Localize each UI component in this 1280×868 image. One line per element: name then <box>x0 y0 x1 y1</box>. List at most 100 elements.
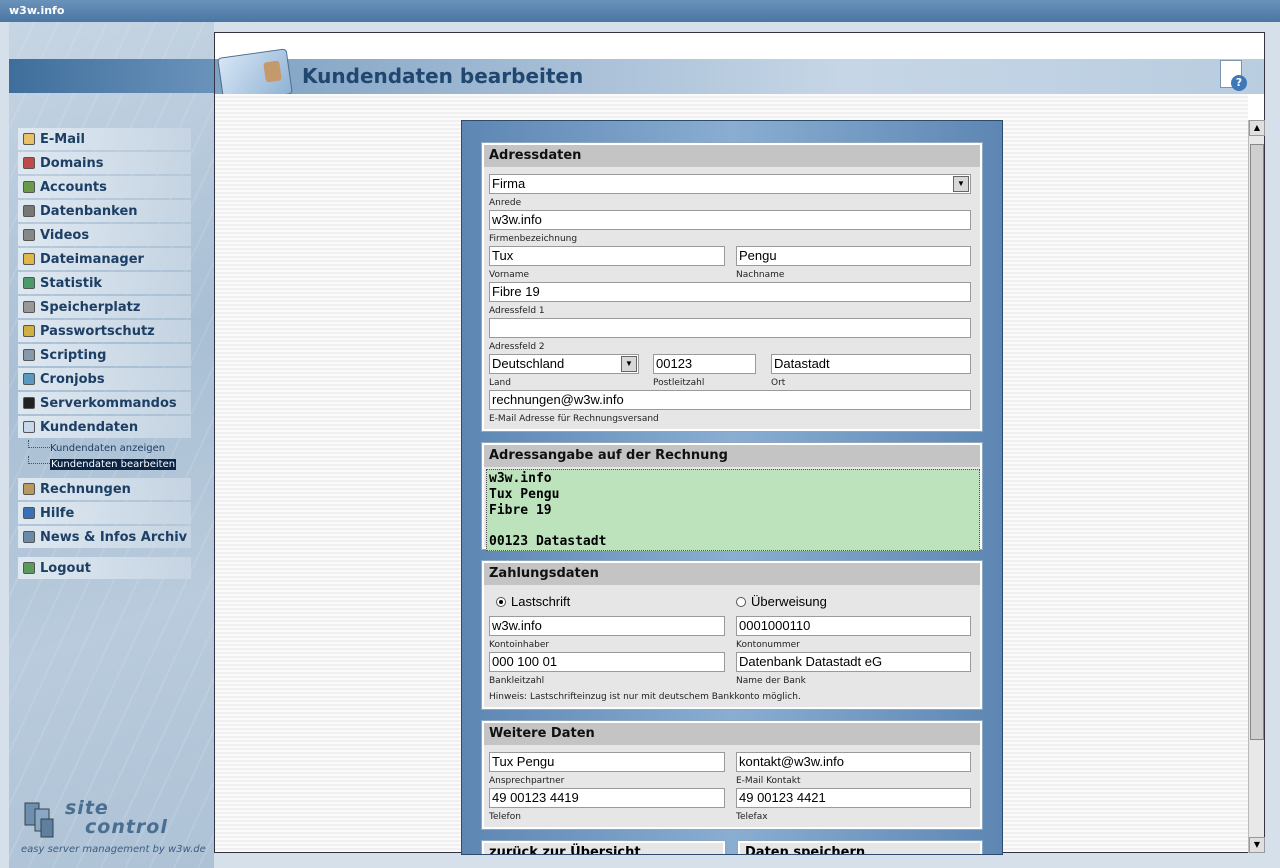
sidebar-item-logout[interactable]: Logout <box>18 557 191 579</box>
nachname-input[interactable]: Pengu <box>736 246 971 266</box>
radio-ueberweisung[interactable]: Überweisung <box>736 594 827 609</box>
page-header: Kundendaten bearbeiten ? <box>215 48 1264 104</box>
radio-button-icon[interactable] <box>496 596 506 607</box>
chevron-down-icon[interactable]: ▼ <box>953 176 969 192</box>
select-value: Deutschland <box>492 356 565 371</box>
sidebar-item-speicherplatz[interactable]: Speicherplatz <box>18 296 191 318</box>
telefax-input[interactable]: 49 00123 4421 <box>736 788 971 808</box>
sidebar-item-label: Cronjobs <box>40 371 105 387</box>
rechnung-email-input[interactable]: rechnungen@w3w.info <box>489 390 971 410</box>
help-icon <box>23 507 35 519</box>
save-button[interactable]: Daten speichern <box>737 840 983 854</box>
kontoinhaber-input[interactable]: w3w.info <box>489 616 725 636</box>
land-label: Land <box>489 378 511 388</box>
sidebar-item-serverkommandos[interactable]: Serverkommandos <box>18 392 191 414</box>
id-card-icon <box>23 421 35 433</box>
bankname-input[interactable]: Datenbank Datastadt eG <box>736 652 971 672</box>
back-to-overview-button[interactable]: zurück zur Übersicht <box>481 840 726 854</box>
sidebar-subitem-label: Kundendaten bearbeiten <box>50 458 177 470</box>
customer-type-select[interactable]: Firma ▼ <box>489 174 971 194</box>
scroll-down-arrow[interactable]: ▼ <box>1249 837 1265 853</box>
database-icon <box>23 205 35 217</box>
plz-input[interactable]: 00123 <box>653 354 756 374</box>
vertical-scrollbar[interactable]: ▲ ▼ <box>1248 120 1265 853</box>
sidebar-item-rechnungen[interactable]: Rechnungen <box>18 478 191 500</box>
sidebar-header-band <box>9 59 214 93</box>
radio-label: Überweisung <box>751 594 827 609</box>
address-line: 00123 Datastadt <box>489 534 607 550</box>
sidebar-item-domains[interactable]: Domains <box>18 152 191 174</box>
sidebar-item-dateimanager[interactable]: Dateimanager <box>18 248 191 270</box>
scroll-up-arrow[interactable]: ▲ <box>1249 120 1265 136</box>
logo-tagline: easy server management by w3w.de <box>21 844 206 855</box>
sidebar-item-label: Logout <box>40 560 91 576</box>
chevron-down-icon[interactable]: ▼ <box>621 356 637 372</box>
help-icon[interactable]: ? <box>1220 60 1247 91</box>
sidebar-item-label: Scripting <box>40 347 107 363</box>
sidebar-item-label: E-Mail <box>40 131 85 147</box>
land-select[interactable]: Deutschland ▼ <box>489 354 639 374</box>
sidebar-item-cronjobs[interactable]: Cronjobs <box>18 368 191 390</box>
info-icon <box>23 531 35 543</box>
adressfeld1-input[interactable]: Fibre 19 <box>489 282 971 302</box>
sidebar-item-label: Rechnungen <box>40 481 131 497</box>
clock-icon <box>23 373 35 385</box>
letter-icon <box>23 133 35 145</box>
section-zahlungsdaten: Zahlungsdaten Lastschrift Überweisung w3… <box>481 560 983 710</box>
sidebar-item-accounts[interactable]: Accounts <box>18 176 191 198</box>
address-line: w3w.info <box>489 471 552 486</box>
sidebar-item-kundendaten[interactable]: Kundendaten <box>18 416 191 438</box>
sidebar-subitem-kundendaten-bearbeiten[interactable]: Kundendaten bearbeiten <box>18 456 191 472</box>
sidebar-subitem-label: Kundendaten anzeigen <box>50 442 166 454</box>
bankname-label: Name der Bank <box>736 676 806 686</box>
kontakt-email-input[interactable]: kontakt@w3w.info <box>736 752 971 772</box>
sidebar-item-label: Kundendaten <box>40 419 139 435</box>
window-title: w3w.info <box>9 4 65 17</box>
kontonummer-label: Kontonummer <box>736 640 800 650</box>
vorname-input[interactable]: Tux <box>489 246 725 266</box>
scroll-thumb[interactable] <box>1250 144 1264 740</box>
sidebar-item-news-infos-archiv[interactable]: News & Infos Archiv <box>18 526 191 548</box>
invoice-address-preview: w3w.info Tux Pengu Fibre 19 00123 Datast… <box>486 469 980 551</box>
sidebar-item-statistik[interactable]: Statistik <box>18 272 191 294</box>
ansprechpartner-label: Ansprechpartner <box>489 776 565 786</box>
anrede-input[interactable]: w3w.info <box>489 210 971 230</box>
telefon-input[interactable]: 49 00123 4419 <box>489 788 725 808</box>
address-line: Fibre 19 <box>489 502 552 518</box>
sidebar-item-label: Datenbanken <box>40 203 138 219</box>
sidebar: E-Mail Domains Accounts Datenbanken Videos Da… <box>9 22 214 868</box>
sidebar-item-hilfe[interactable]: Hilfe <box>18 502 191 524</box>
radio-button-icon[interactable] <box>736 596 746 607</box>
form-panel: Adressdaten Firma ▼ Anrede w3w.info Firm… <box>461 120 1003 855</box>
lastschrift-hint: Hinweis: Lastschrifteinzug ist nur mit d… <box>489 692 801 702</box>
anrede-label: Anrede <box>489 198 522 208</box>
tree-connector <box>28 440 50 448</box>
section-title: Adressangabe auf der Rechnung <box>484 445 980 467</box>
terminal-icon <box>23 397 35 409</box>
ort-input[interactable]: Datastadt <box>771 354 971 374</box>
sidebar-item-datenbanken[interactable]: Datenbanken <box>18 200 191 222</box>
rechnung-email-label: E-Mail Adresse für Rechnungsversand <box>489 414 659 424</box>
radio-lastschrift[interactable]: Lastschrift <box>496 594 570 609</box>
blz-input[interactable]: 000 100 01 <box>489 652 725 672</box>
sidebar-item-label: Dateimanager <box>40 251 144 267</box>
address-line: Tux Pengu <box>489 486 560 502</box>
bar-chart-icon <box>23 277 35 289</box>
sidebar-item-label: News & Infos Archiv <box>40 529 188 545</box>
sidebar-item-scripting[interactable]: Scripting <box>18 344 191 366</box>
adressfeld2-input[interactable] <box>489 318 971 338</box>
sidebar-item-e-mail[interactable]: E-Mail <box>18 128 191 150</box>
logout-icon <box>23 562 35 574</box>
firmenbezeichnung-label: Firmenbezeichnung <box>489 234 578 244</box>
sidebar-item-videos[interactable]: Videos <box>18 224 191 246</box>
radio-label: Lastschrift <box>511 594 571 609</box>
kontonummer-input[interactable]: 0001000110 <box>736 616 971 636</box>
kontakt-email-label: E-Mail Kontakt <box>736 776 801 786</box>
adressfeld1-label: Adressfeld 1 <box>489 306 545 316</box>
content-window: Kundendaten bearbeiten ? ▲ ▼ Adressdaten… <box>214 32 1265 855</box>
sidebar-item-passwortschutz[interactable]: Passwortschutz <box>18 320 191 342</box>
tree-connector <box>28 456 50 464</box>
ansprechpartner-input[interactable]: Tux Pengu <box>489 752 725 772</box>
telefon-label: Telefon <box>489 812 521 822</box>
sidebar-subitem-kundendaten-anzeigen[interactable]: Kundendaten anzeigen <box>18 440 191 456</box>
